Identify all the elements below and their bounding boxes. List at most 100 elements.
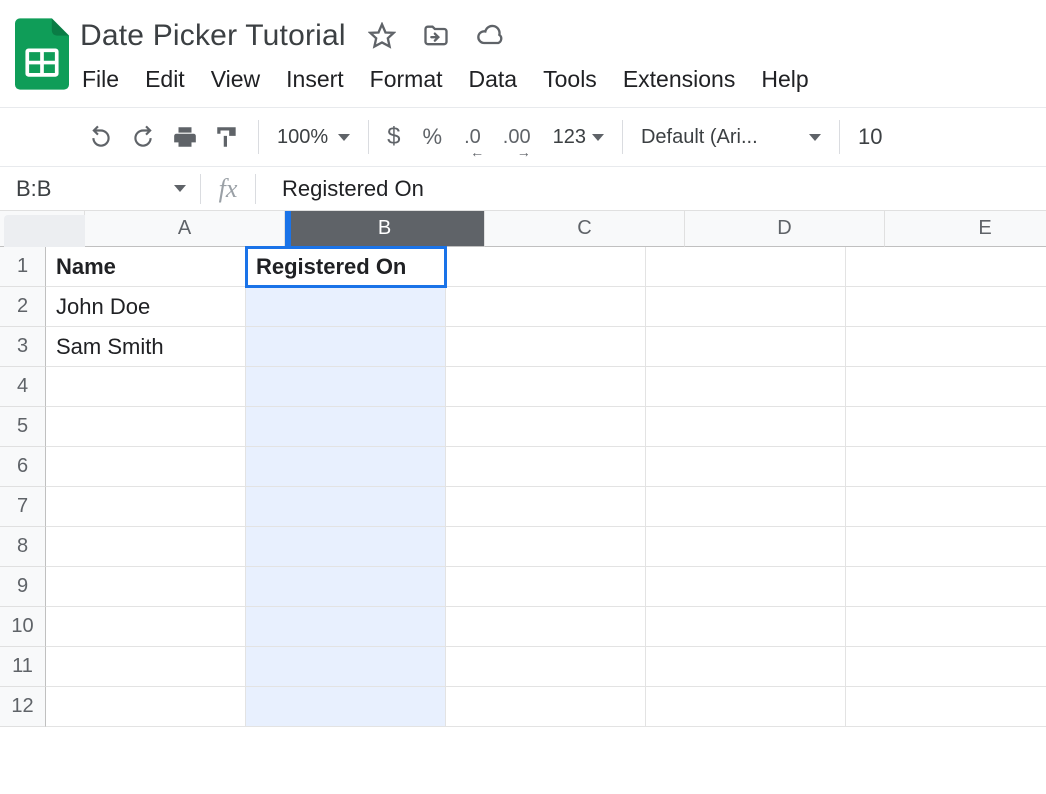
row-header[interactable]: 5: [0, 407, 46, 447]
menu-tools[interactable]: Tools: [543, 66, 597, 93]
paint-format-button[interactable]: [214, 124, 240, 150]
cell[interactable]: [846, 567, 1046, 607]
row-header[interactable]: 9: [0, 567, 46, 607]
row-header[interactable]: 7: [0, 487, 46, 527]
cell[interactable]: [246, 527, 446, 567]
menu-insert[interactable]: Insert: [286, 66, 344, 93]
cell[interactable]: [646, 687, 846, 727]
cell[interactable]: [846, 447, 1046, 487]
spreadsheet-grid[interactable]: ABCDE 1NameRegistered On2John Doe3Sam Sm…: [0, 211, 1046, 727]
cell[interactable]: Name: [46, 247, 246, 287]
cell[interactable]: Sam Smith: [46, 327, 246, 367]
cell[interactable]: [846, 687, 1046, 727]
cell[interactable]: [446, 327, 646, 367]
undo-button[interactable]: [88, 124, 114, 150]
cell[interactable]: [46, 607, 246, 647]
column-header-D[interactable]: D: [685, 211, 885, 247]
cell[interactable]: [646, 367, 846, 407]
cell[interactable]: [246, 607, 446, 647]
menu-format[interactable]: Format: [370, 66, 443, 93]
star-icon[interactable]: [368, 22, 396, 50]
cell[interactable]: [646, 607, 846, 647]
cell[interactable]: [46, 527, 246, 567]
row-header[interactable]: 12: [0, 687, 46, 727]
cell[interactable]: [246, 647, 446, 687]
formula-bar-value[interactable]: Registered On: [256, 176, 424, 202]
cell[interactable]: [446, 287, 646, 327]
cell[interactable]: [446, 527, 646, 567]
decrease-decimal-button[interactable]: .0 ←: [464, 126, 481, 149]
cell[interactable]: [446, 567, 646, 607]
print-button[interactable]: [172, 124, 198, 150]
cell[interactable]: [46, 367, 246, 407]
cell[interactable]: [246, 567, 446, 607]
cell[interactable]: [246, 367, 446, 407]
cell[interactable]: [246, 487, 446, 527]
increase-decimal-button[interactable]: .00 →: [503, 126, 531, 149]
cell[interactable]: [246, 687, 446, 727]
column-header-B[interactable]: B: [285, 211, 485, 247]
menu-help[interactable]: Help: [761, 66, 808, 93]
row-header[interactable]: 2: [0, 287, 46, 327]
row-header[interactable]: 4: [0, 367, 46, 407]
cell[interactable]: John Doe: [46, 287, 246, 327]
cell[interactable]: [46, 447, 246, 487]
menu-extensions[interactable]: Extensions: [623, 66, 736, 93]
row-header[interactable]: 10: [0, 607, 46, 647]
cell[interactable]: [246, 407, 446, 447]
menu-file[interactable]: File: [82, 66, 119, 93]
row-header[interactable]: 8: [0, 527, 46, 567]
cell[interactable]: [646, 247, 846, 287]
cell[interactable]: [846, 407, 1046, 447]
cell[interactable]: [646, 527, 846, 567]
cell[interactable]: [446, 647, 646, 687]
cell[interactable]: [846, 327, 1046, 367]
cell[interactable]: [446, 247, 646, 287]
format-percent-button[interactable]: %: [423, 124, 443, 150]
cell[interactable]: [846, 247, 1046, 287]
cell[interactable]: [646, 567, 846, 607]
cell[interactable]: [846, 647, 1046, 687]
row-header[interactable]: 3: [0, 327, 46, 367]
row-header[interactable]: 1: [0, 247, 46, 287]
document-title[interactable]: Date Picker Tutorial: [80, 19, 346, 53]
column-header-C[interactable]: C: [485, 211, 685, 247]
cell[interactable]: [446, 687, 646, 727]
cell[interactable]: [446, 447, 646, 487]
zoom-dropdown[interactable]: 100%: [277, 126, 350, 149]
cell[interactable]: [446, 367, 646, 407]
sheets-logo-icon[interactable]: [12, 14, 72, 94]
cell[interactable]: [446, 487, 646, 527]
cell[interactable]: [646, 487, 846, 527]
row-header[interactable]: 6: [0, 447, 46, 487]
cell[interactable]: [846, 487, 1046, 527]
cell[interactable]: [46, 647, 246, 687]
cloud-status-icon[interactable]: [476, 22, 504, 50]
cell[interactable]: [646, 407, 846, 447]
cell[interactable]: [646, 287, 846, 327]
cell[interactable]: [846, 607, 1046, 647]
cell[interactable]: [46, 687, 246, 727]
cell[interactable]: [46, 407, 246, 447]
cell[interactable]: [446, 607, 646, 647]
more-formats-dropdown[interactable]: 123: [553, 126, 604, 149]
cell[interactable]: Registered On: [246, 247, 446, 287]
menu-edit[interactable]: Edit: [145, 66, 185, 93]
cell[interactable]: [646, 447, 846, 487]
cell[interactable]: [646, 327, 846, 367]
name-box[interactable]: B:B: [0, 167, 200, 210]
cell[interactable]: [46, 567, 246, 607]
menu-view[interactable]: View: [211, 66, 260, 93]
font-family-dropdown[interactable]: Default (Ari...: [641, 126, 821, 149]
font-size-input[interactable]: 10: [858, 124, 882, 150]
select-all-corner[interactable]: [0, 211, 85, 247]
cell[interactable]: [246, 287, 446, 327]
redo-button[interactable]: [130, 124, 156, 150]
move-icon[interactable]: [422, 22, 450, 50]
menu-data[interactable]: Data: [469, 66, 518, 93]
cell[interactable]: [646, 647, 846, 687]
column-header-E[interactable]: E: [885, 211, 1046, 247]
cell[interactable]: [246, 327, 446, 367]
format-currency-button[interactable]: $: [387, 123, 400, 151]
cell[interactable]: [246, 447, 446, 487]
